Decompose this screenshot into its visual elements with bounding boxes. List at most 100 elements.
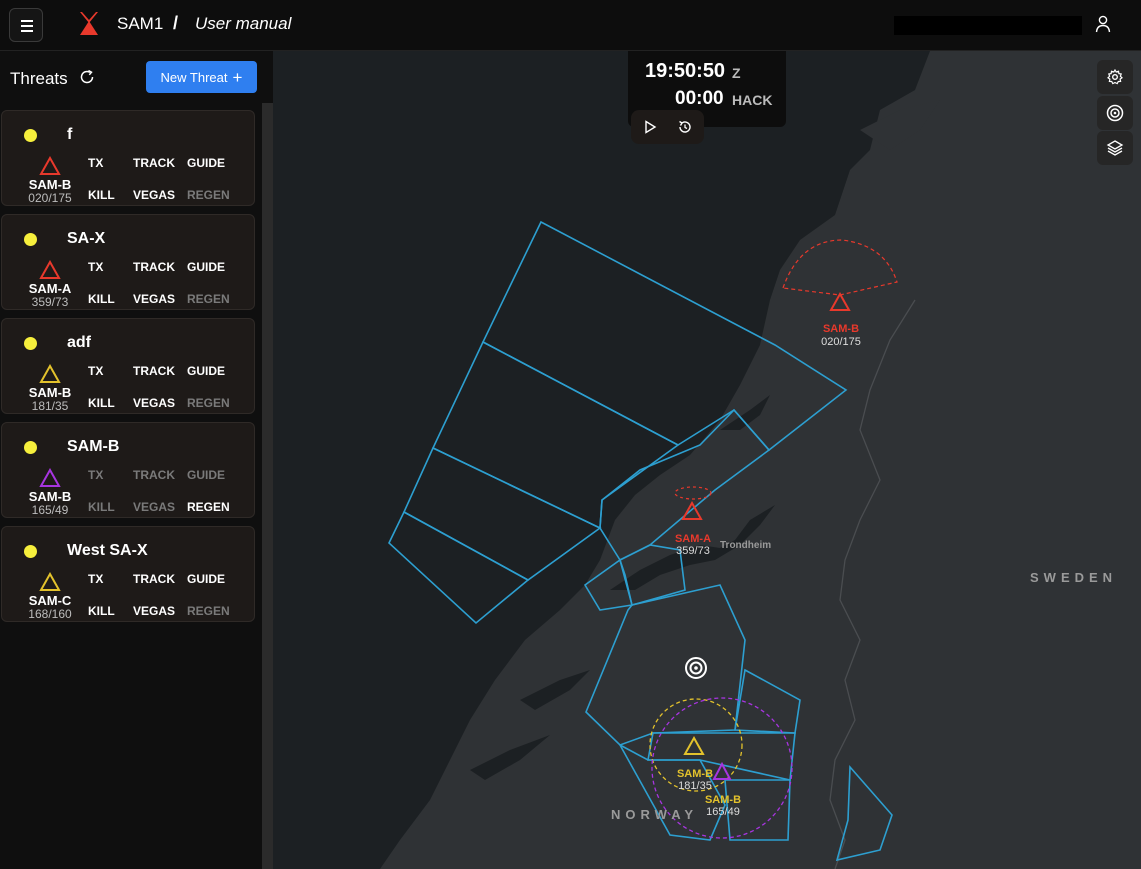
threat-card[interactable]: adf SAM-B 181/35 TX TRACK GUIDE KILL VEG… — [1, 318, 255, 414]
state-vegas[interactable]: VEGAS — [133, 188, 175, 202]
country-label: SWEDEN — [1030, 570, 1118, 585]
clock-controls — [631, 110, 704, 144]
threat-bearing: 181/35 — [31, 399, 69, 413]
state-kill[interactable]: KILL — [88, 292, 115, 306]
hack-label: HACK — [732, 92, 773, 108]
state-regen[interactable]: REGEN — [187, 292, 230, 306]
status-dot — [24, 129, 37, 142]
state-guide[interactable]: GUIDE — [187, 260, 225, 274]
map-marker-bearing: 020/175 — [821, 336, 861, 348]
state-regen[interactable]: REGEN — [187, 396, 230, 410]
country-label: NORWAY — [611, 807, 699, 822]
state-vegas[interactable]: VEGAS — [133, 604, 175, 618]
threat-type: SAM-A — [28, 281, 72, 296]
state-kill[interactable]: KILL — [88, 500, 115, 514]
state-kill[interactable]: KILL — [88, 396, 115, 410]
map-marker-type: SAM-B — [822, 323, 860, 335]
state-vegas[interactable]: VEGAS — [133, 396, 175, 410]
zone-west — [402, 446, 602, 581]
reset-timer-icon[interactable] — [677, 119, 693, 135]
zone-southwest — [388, 510, 530, 625]
threat-symbol-icon — [39, 468, 61, 487]
new-threat-button[interactable]: New Threat + — [146, 61, 257, 93]
zulu-time: 19:50:50 — [645, 60, 726, 82]
state-track[interactable]: TRACK — [133, 364, 175, 378]
state-kill[interactable]: KILL — [88, 188, 115, 202]
layers-icon — [1106, 140, 1124, 156]
app-name: SAM1 — [117, 14, 164, 33]
threats-title: Threats — [10, 69, 68, 88]
target-icon — [1106, 104, 1124, 122]
city-label: Trondheim — [720, 540, 772, 551]
menu-button[interactable] — [9, 8, 43, 42]
state-guide[interactable]: GUIDE — [187, 364, 225, 378]
state-vegas[interactable]: VEGAS — [133, 500, 175, 514]
refresh-icon[interactable] — [79, 69, 95, 85]
map-canvas[interactable] — [273, 51, 1141, 869]
state-tx[interactable]: TX — [88, 364, 103, 378]
settings-button[interactable] — [1097, 60, 1133, 94]
status-dot — [24, 337, 37, 350]
state-tx[interactable]: TX — [88, 572, 103, 586]
state-track[interactable]: TRACK — [133, 468, 175, 482]
user-icon[interactable] — [1095, 15, 1111, 33]
target-button[interactable] — [1097, 96, 1133, 130]
state-regen[interactable]: REGEN — [187, 500, 230, 514]
threat-symbol-icon — [39, 260, 61, 279]
threat-name: SA-X — [67, 230, 106, 247]
map-marker-type: SAM-B — [704, 794, 742, 806]
state-guide[interactable]: GUIDE — [187, 468, 225, 482]
state-vegas[interactable]: VEGAS — [133, 292, 175, 306]
state-track[interactable]: TRACK — [133, 572, 175, 586]
map-marker-bearing: 359/73 — [676, 545, 710, 557]
threat-bearing: 168/160 — [28, 607, 72, 621]
redacted-field — [894, 16, 1082, 35]
gear-icon — [1107, 69, 1123, 85]
land-mass — [380, 51, 1141, 869]
threat-symbol-icon — [39, 572, 61, 591]
breadcrumb-separator: / — [173, 13, 179, 33]
threat-card[interactable]: f SAM-B 020/175 TX TRACK GUIDE KILL VEGA… — [1, 110, 255, 206]
state-kill[interactable]: KILL — [88, 604, 115, 618]
threat-symbol-icon — [39, 364, 61, 383]
map-view[interactable] — [273, 51, 1141, 869]
state-track[interactable]: TRACK — [133, 156, 175, 170]
map-marker-bearing: 181/35 — [678, 780, 712, 792]
state-regen[interactable]: REGEN — [187, 188, 230, 202]
top-bar: SAM1 / User manual — [0, 0, 1141, 51]
threat-card[interactable]: SA-X SAM-A 359/73 TX TRACK GUIDE KILL VE… — [1, 214, 255, 310]
page-title: User manual — [195, 14, 292, 33]
threat-name: SAM-B — [67, 438, 120, 455]
state-tx[interactable]: TX — [88, 260, 103, 274]
threat-type: SAM-B — [28, 385, 72, 400]
scrollbar[interactable] — [262, 103, 273, 869]
threat-bearing: 165/49 — [31, 503, 69, 517]
state-track[interactable]: TRACK — [133, 260, 175, 274]
threat-type: SAM-B — [28, 177, 72, 192]
status-dot — [24, 545, 37, 558]
plus-icon: + — [232, 67, 243, 87]
threat-name: adf — [67, 334, 91, 351]
threat-symbol-icon — [39, 156, 61, 175]
threat-name: West SA-X — [67, 542, 148, 559]
threat-type: SAM-C — [28, 593, 72, 608]
sam-logo-icon — [80, 12, 98, 35]
state-regen[interactable]: REGEN — [187, 604, 230, 618]
new-threat-label: New Threat — [160, 69, 228, 85]
threat-type: SAM-B — [28, 489, 72, 504]
threat-card[interactable]: West SA-X SAM-C 168/160 TX TRACK GUIDE K… — [1, 526, 255, 622]
state-guide[interactable]: GUIDE — [187, 572, 225, 586]
time-zone: Z — [732, 65, 741, 81]
state-tx[interactable]: TX — [88, 156, 103, 170]
map-marker-type: SAM-A — [674, 533, 712, 545]
layers-button[interactable] — [1097, 131, 1133, 165]
state-guide[interactable]: GUIDE — [187, 156, 225, 170]
threat-card[interactable]: SAM-B SAM-B 165/49 TX TRACK GUIDE KILL V… — [1, 422, 255, 518]
hack-time: 00:00 — [675, 88, 724, 109]
state-tx[interactable]: TX — [88, 468, 103, 482]
threat-name: f — [67, 126, 73, 143]
play-icon[interactable] — [643, 120, 657, 134]
map-marker-type: SAM-B — [676, 768, 714, 780]
hamburger-icon — [21, 20, 33, 22]
status-dot — [24, 233, 37, 246]
